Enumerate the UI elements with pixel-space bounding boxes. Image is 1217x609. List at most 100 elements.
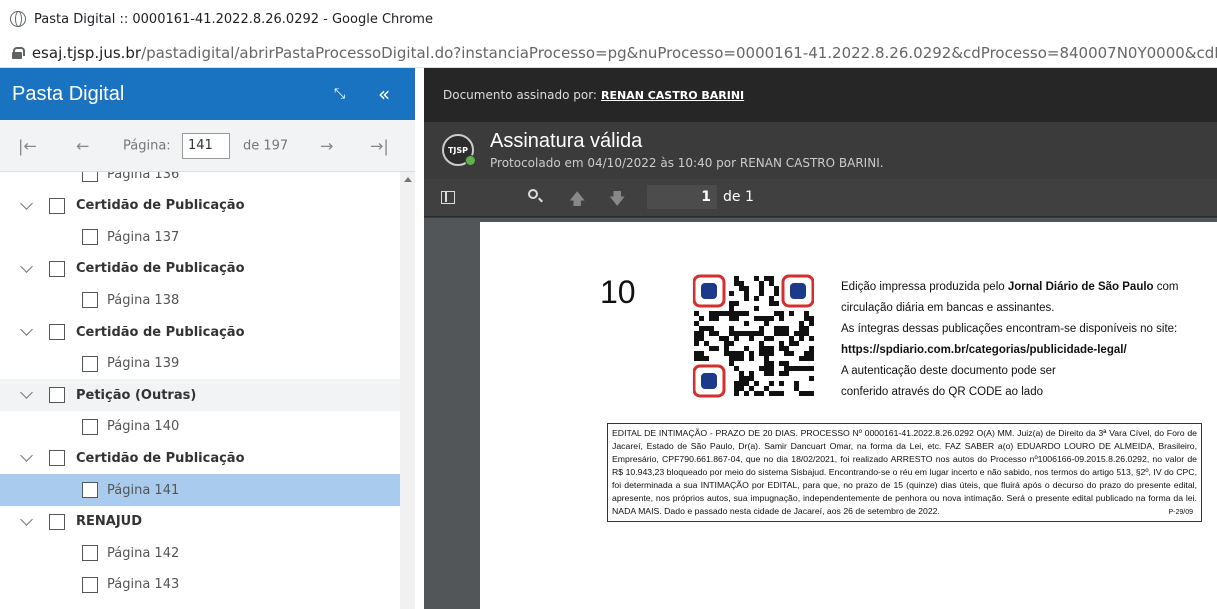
tree-group[interactable]: Certidão de Publicação <box>0 253 400 285</box>
group-label: Petição (Outras) <box>76 387 197 403</box>
collapse-arrows-icon[interactable]: ⤡ <box>334 86 345 102</box>
qr-module <box>714 331 719 336</box>
qr-module <box>779 311 784 316</box>
pdf-canvas[interactable]: 10 Edição impressa produzida pelo Jornal… <box>424 218 1217 609</box>
checkbox[interactable] <box>82 292 98 309</box>
checkbox[interactable] <box>49 324 65 340</box>
checkbox[interactable] <box>49 197 65 214</box>
qr-module <box>734 331 739 336</box>
checkbox[interactable] <box>49 387 65 404</box>
tree-page-item[interactable]: Página 138 <box>0 284 400 316</box>
tree-scrollbar[interactable] <box>400 172 415 609</box>
qr-module <box>739 386 744 391</box>
checkbox[interactable] <box>49 450 65 467</box>
page-label: Página 136 <box>107 172 180 182</box>
qr-module <box>754 316 759 321</box>
qr-module <box>794 341 799 346</box>
tree-group[interactable]: Certidão de Publicação <box>0 316 400 348</box>
qr-module <box>779 316 784 321</box>
qr-module <box>764 356 769 361</box>
qr-module <box>699 326 704 331</box>
double-chevron-left-icon[interactable]: « <box>378 82 390 106</box>
signature-bar: Documento assinado por: RENAN CASTRO BAR… <box>424 68 1217 122</box>
checkbox[interactable] <box>82 355 98 372</box>
group-label: Certidão de Publicação <box>76 450 245 466</box>
tree-page-item[interactable]: Página 142 <box>0 537 400 569</box>
checkbox[interactable] <box>82 482 98 498</box>
chevron-down-icon[interactable] <box>20 386 33 400</box>
qr-module <box>794 386 799 391</box>
tree-page-item[interactable]: Página 140 <box>0 411 400 443</box>
qr-module <box>739 286 744 291</box>
panel-header: Pasta Digital ⤡ « <box>0 68 415 120</box>
qr-module <box>724 336 729 341</box>
pdf-page-input[interactable]: 1 <box>647 185 717 209</box>
tree-page-item[interactable]: Página 136 <box>0 172 400 190</box>
qr-module <box>729 301 734 306</box>
scroll-up-icon[interactable] <box>404 177 412 182</box>
tree-page-item[interactable]: Página 143 <box>0 569 400 601</box>
qr-module <box>724 341 729 346</box>
tree-group[interactable]: Certidão de Publicação <box>0 190 400 222</box>
signer-link[interactable]: RENAN CASTRO BARINI <box>601 89 744 102</box>
qr-module <box>719 311 724 316</box>
chevron-down-icon[interactable] <box>20 512 33 526</box>
publication-notice: Edição impressa produzida pelo Jornal Di… <box>841 277 1179 403</box>
qr-module <box>799 336 804 341</box>
newspaper-page-number: 10 <box>600 274 636 310</box>
valid-signature-title: Assinatura válida <box>490 130 643 152</box>
tree-group[interactable]: Certidão de Publicação <box>0 442 400 474</box>
qr-module <box>739 351 744 356</box>
search-icon[interactable] <box>528 189 538 199</box>
page-number-input[interactable] <box>182 132 230 159</box>
tree-group[interactable]: RENAJUD <box>0 506 400 538</box>
page-label: Página: <box>123 138 171 153</box>
chevron-down-icon[interactable] <box>20 449 33 463</box>
qr-module <box>734 381 739 386</box>
check-badge-icon <box>465 155 476 166</box>
qr-module <box>754 306 759 311</box>
qr-module <box>759 291 764 296</box>
qr-module <box>729 361 734 366</box>
chevron-down-icon[interactable] <box>20 259 33 273</box>
qr-module <box>779 371 784 376</box>
qr-module <box>709 331 714 336</box>
last-page-icon[interactable]: →| <box>370 136 389 155</box>
qr-module <box>744 346 749 351</box>
page-label: Página 142 <box>107 545 180 561</box>
checkbox[interactable] <box>82 172 98 182</box>
qr-module <box>759 366 764 371</box>
first-page-icon[interactable]: |← <box>18 136 37 155</box>
lock-icon[interactable] <box>12 46 25 59</box>
tree-page-item[interactable]: Página 141 <box>0 474 400 506</box>
url-text[interactable]: esaj.tjsp.jus.br/pastadigital/abrirPasta… <box>32 44 1217 62</box>
page-navigator: |← ← Página: de 197 → →| <box>0 120 415 172</box>
tree-group[interactable]: Petição (Outras) <box>0 379 400 412</box>
qr-module <box>739 381 744 386</box>
checkbox[interactable] <box>49 260 65 277</box>
checkbox[interactable] <box>82 229 98 246</box>
chevron-down-icon[interactable] <box>20 323 33 336</box>
chevron-down-icon[interactable] <box>20 196 33 210</box>
pdf-page-total: de 1 <box>723 189 754 205</box>
checkbox[interactable] <box>82 576 98 593</box>
arrow-left-icon[interactable]: ← <box>76 136 89 155</box>
arrow-up-icon[interactable]: 🡅 <box>569 188 585 215</box>
sidebar-toggle-icon[interactable] <box>441 191 455 204</box>
protocol-info: Protocolado em 04/10/2022 às 10:40 por R… <box>490 156 884 170</box>
checkbox[interactable] <box>82 545 98 562</box>
address-bar[interactable]: esaj.tjsp.jus.br/pastadigital/abrirPasta… <box>0 38 1217 68</box>
tree-page-item[interactable]: Página 139 <box>0 348 400 380</box>
pub-line-5: A autenticação deste documento pode ser <box>841 365 1056 377</box>
arrow-right-icon[interactable]: → <box>320 136 333 155</box>
qr-module <box>774 326 779 331</box>
tree-page-item[interactable]: Página 137 <box>0 221 400 253</box>
arrow-down-icon[interactable]: 🡇 <box>609 188 625 215</box>
qr-module <box>799 326 804 331</box>
checkbox[interactable] <box>49 513 65 530</box>
qr-module <box>744 381 749 386</box>
qr-module <box>779 361 784 366</box>
qr-module <box>714 346 719 351</box>
qr-module <box>769 276 774 281</box>
checkbox[interactable] <box>82 418 98 435</box>
